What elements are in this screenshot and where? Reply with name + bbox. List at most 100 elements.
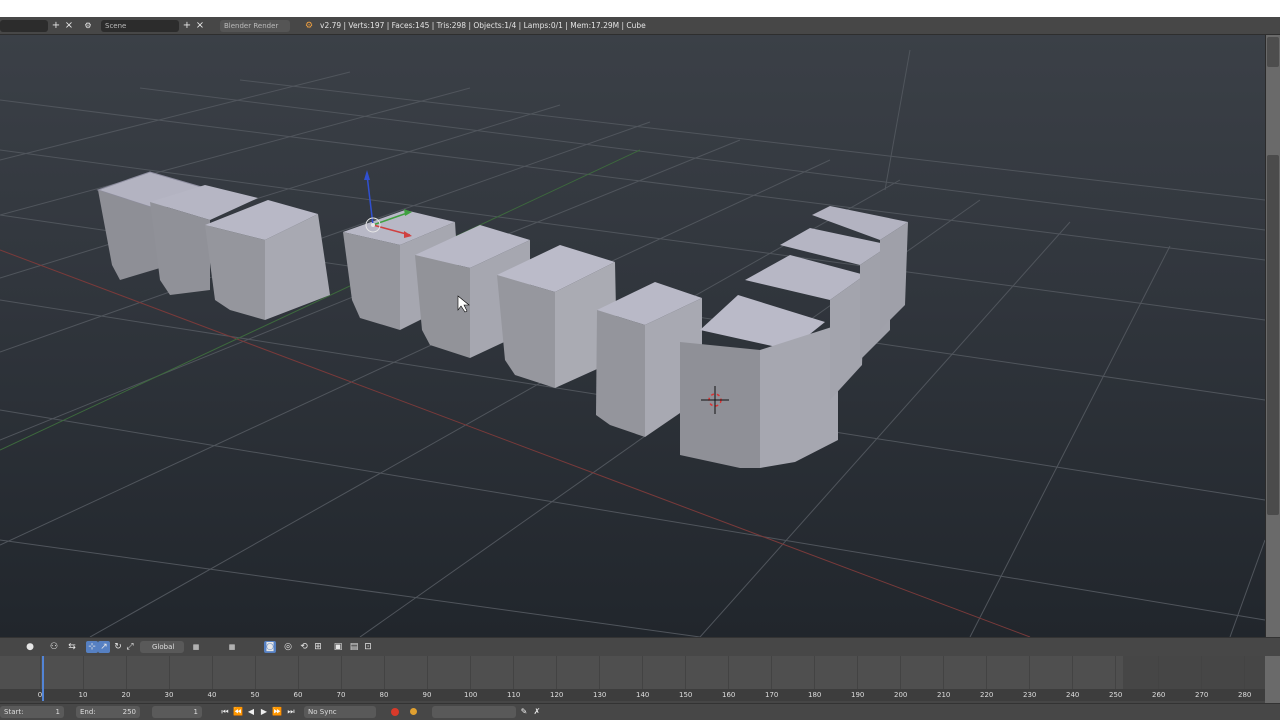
timeline-tick-label: 260 [1152,691,1166,699]
timeline-gridline [255,656,256,689]
timeline-tick-label: 50 [250,691,260,699]
window-top-strip [0,0,1280,17]
gl-render-icon[interactable]: ⊡ [362,641,374,653]
timeline-gridline [83,656,84,689]
3d-viewport[interactable] [0,35,1265,637]
timeline-tick-label: 40 [207,691,217,699]
play-icon[interactable]: ▶ [258,706,270,718]
keying-set-field[interactable] [432,706,516,718]
timeline-tick-label: 120 [550,691,564,699]
start-label: Start: [4,708,24,716]
keying-icon[interactable] [410,708,417,715]
timeline-gridline [986,656,987,689]
timeline-gridline [599,656,600,689]
scale-icon[interactable]: ⤢ [124,641,136,653]
timeline-gridline [126,656,127,689]
play-reverse-icon[interactable]: ◀ [245,706,257,718]
snap-icon[interactable]: ⟲ [298,641,310,653]
timeline-gridline [40,656,41,689]
timeline-gridline [513,656,514,689]
timeline-tick-label: 20 [121,691,131,699]
viewport-scene [0,49,1265,637]
jump-keyframe-forward-icon[interactable]: ⏩ [271,706,283,718]
render-icon[interactable]: ▣ [332,641,344,653]
rotate-icon[interactable]: ↻ [112,641,124,653]
layers-icon[interactable]: ▦ [190,641,202,653]
timeline-tick-label: 200 [894,691,908,699]
timeline-gridline [1158,656,1159,689]
insert-keyframe-icon[interactable]: ✎ [518,706,530,718]
timeline-gridline [1244,656,1245,689]
timeline-gridline [857,656,858,689]
shading-solid-icon[interactable]: ● [24,641,36,653]
render-anim-icon[interactable]: ▤ [348,641,360,653]
timeline-gridline [728,656,729,689]
end-value: 250 [122,708,136,716]
scene-field[interactable]: Scene [101,20,179,32]
timeline-header: Start: 1 End: 250 1 ⏮ ⏪ ◀ ▶ ⏩ ⏭ No Sync … [0,703,1280,720]
timeline-gridline [771,656,772,689]
jump-keyframe-back-icon[interactable]: ⏪ [232,706,244,718]
current-frame-value: 1 [193,708,198,716]
info-header: + × ⚙ Scene + × Blender Render ⚙ v2.79 |… [0,17,1280,35]
add-scene-icon[interactable]: + [181,20,193,32]
properties-panel-strip[interactable] [1267,155,1279,515]
timeline-gridline [470,656,471,689]
timeline-tick-label: 150 [679,691,693,699]
timeline-tick-label: 0 [37,691,43,699]
timeline-tick-label: 110 [507,691,521,699]
properties-tab[interactable] [1267,37,1279,67]
timeline-tick-label: 90 [422,691,432,699]
scene-layers-icon[interactable]: ▦ [226,641,238,653]
end-frame-field[interactable]: End: 250 [76,706,140,718]
timeline-tick-label: 100 [464,691,478,699]
sync-mode-select[interactable]: No Sync [304,706,376,718]
scene-stats: v2.79 | Verts:197 | Faces:145 | Tris:298… [320,21,646,30]
timeline-tick-label: 170 [765,691,779,699]
timeline-tick-label: 10 [78,691,88,699]
close-scene-icon[interactable]: × [194,20,206,32]
add-layout-icon[interactable]: + [50,20,62,32]
delete-keyframe-icon[interactable]: ✗ [531,706,543,718]
start-frame-field[interactable]: Start: 1 [0,706,64,718]
proportional-edit-icon[interactable]: ◎ [282,641,294,653]
timeline-gridline [169,656,170,689]
view3d-header: ● ⚇ ⇆ ⊹ ↗ ↻ ⤢ Global ▦ ▦ ◙ ◎ ⟲ ⊞ ▣ ▤ ⊡ [0,637,1280,656]
lock-camera-icon[interactable]: ◙ [264,641,276,653]
render-engine-select[interactable]: Blender Render [220,20,290,32]
record-icon[interactable] [391,708,399,716]
timeline-tick-label: 210 [937,691,951,699]
pivot-point-icon[interactable]: ⇆ [66,641,78,653]
timeline-tick-label: 180 [808,691,822,699]
timeline-tick-label: 270 [1195,691,1209,699]
timeline-gridline [384,656,385,689]
timeline-tick-label: 240 [1066,691,1080,699]
timeline-tick-label: 220 [980,691,994,699]
timeline-gridline [642,656,643,689]
timeline-gridline [1029,656,1030,689]
cube-array[interactable] [96,171,908,468]
start-value: 1 [55,708,60,716]
transform-orientation-select[interactable]: Global [140,641,184,653]
playhead[interactable] [42,656,44,701]
timeline-gridline [1115,656,1116,689]
timeline-gridline [427,656,428,689]
snap-target-icon[interactable]: ⊞ [312,641,324,653]
timeline-tick-label: 250 [1109,691,1123,699]
properties-edge[interactable] [1265,35,1280,637]
close-layout-icon[interactable]: × [63,20,75,32]
object-mode-icon[interactable]: ⚇ [48,641,60,653]
translate-icon[interactable]: ↗ [98,641,110,653]
timeline-tick-label: 160 [722,691,736,699]
screen-layout-field[interactable] [0,20,48,32]
timeline-tick-label: 230 [1023,691,1037,699]
current-frame-field[interactable]: 1 [152,706,202,718]
jump-start-icon[interactable]: ⏮ [219,706,231,718]
manipulator-icon[interactable]: ⊹ [86,641,98,653]
timeline-gridline [814,656,815,689]
timeline-gridline [943,656,944,689]
timeline-tick-label: 60 [293,691,303,699]
timeline-tick-label: 190 [851,691,865,699]
timeline[interactable]: 0 10 20 30 40 50 60 70 80 90 100 110 120 130 140 150 160… [0,656,1265,703]
jump-end-icon[interactable]: ⏭ [285,706,297,718]
